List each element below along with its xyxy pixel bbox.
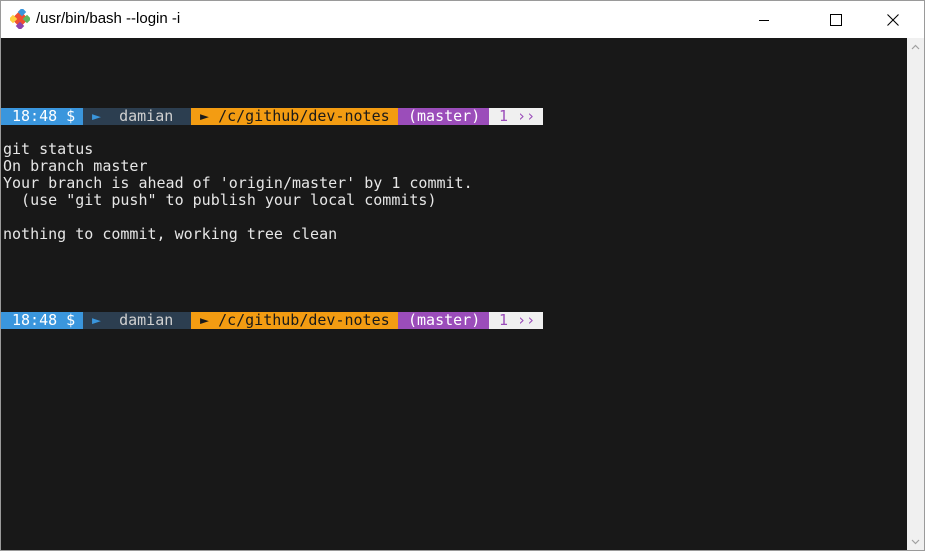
prompt-branch: (master) (398, 108, 489, 125)
command-line: git status (3, 140, 94, 158)
close-button[interactable] (870, 1, 916, 38)
terminal-output-area[interactable]: 18:48 $ ► damian ► /c/github/dev-notes (… (1, 38, 907, 550)
prompt-time: 18:48 $ (1, 312, 83, 329)
terminal-window: /usr/bin/bash --login -i 18:48 $ ► damia… (0, 0, 925, 551)
prompt-user: damian (119, 107, 174, 125)
prompt-user: damian (119, 311, 174, 329)
prompt-branch: (master) (398, 312, 489, 329)
close-icon (887, 13, 899, 26)
scroll-down-button[interactable] (907, 533, 924, 550)
output-line: Your branch is ahead of 'origin/master' … (3, 174, 473, 192)
prompt-count: 1 ›› (489, 108, 543, 125)
output-line: (use "git push" to publish your local co… (3, 191, 437, 209)
output-line: nothing to commit, working tree clean (3, 225, 338, 243)
prompt-count: 1 ›› (489, 312, 543, 329)
chevron-up-icon (911, 44, 920, 49)
prompt-path-segment: ► /c/github/dev-notes (191, 108, 398, 125)
window-title: /usr/bin/bash --login -i (36, 10, 181, 27)
prompt-arrow-icon: ► (200, 107, 210, 125)
maximize-icon (830, 13, 842, 26)
prompt-line: 18:48 $ ► damian ► /c/github/dev-notes (… (1, 312, 543, 329)
minimize-icon (759, 19, 769, 21)
prompt-user-segment: ► damian (83, 108, 191, 125)
prompt-spacer (101, 311, 119, 329)
output-line: On branch master (3, 157, 148, 175)
scroll-up-button[interactable] (907, 38, 924, 55)
git-logo-icon (8, 7, 32, 31)
prompt-user-segment: ► damian (83, 312, 191, 329)
maximize-button[interactable] (813, 1, 859, 38)
prompt-spacer (101, 107, 119, 125)
prompt-time: 18:48 $ (1, 108, 83, 125)
prompt-line: 18:48 $ ► damian ► /c/github/dev-notes (… (1, 108, 543, 125)
prompt-path-segment: ► /c/github/dev-notes (191, 312, 398, 329)
scrollbar-track[interactable] (907, 55, 924, 533)
prompt-arrow-icon: ► (92, 311, 102, 329)
prompt-arrow-icon: ► (92, 107, 102, 125)
minimize-button[interactable] (741, 1, 787, 38)
prompt-path: /c/github/dev-notes (218, 107, 390, 125)
prompt-spacer (209, 107, 218, 125)
vertical-scrollbar[interactable] (907, 38, 924, 550)
prompt-spacer (209, 311, 218, 329)
prompt-arrow-icon: ► (200, 311, 210, 329)
prompt-path: /c/github/dev-notes (218, 311, 390, 329)
chevron-down-icon (911, 539, 920, 544)
title-bar[interactable]: /usr/bin/bash --login -i (1, 1, 924, 38)
